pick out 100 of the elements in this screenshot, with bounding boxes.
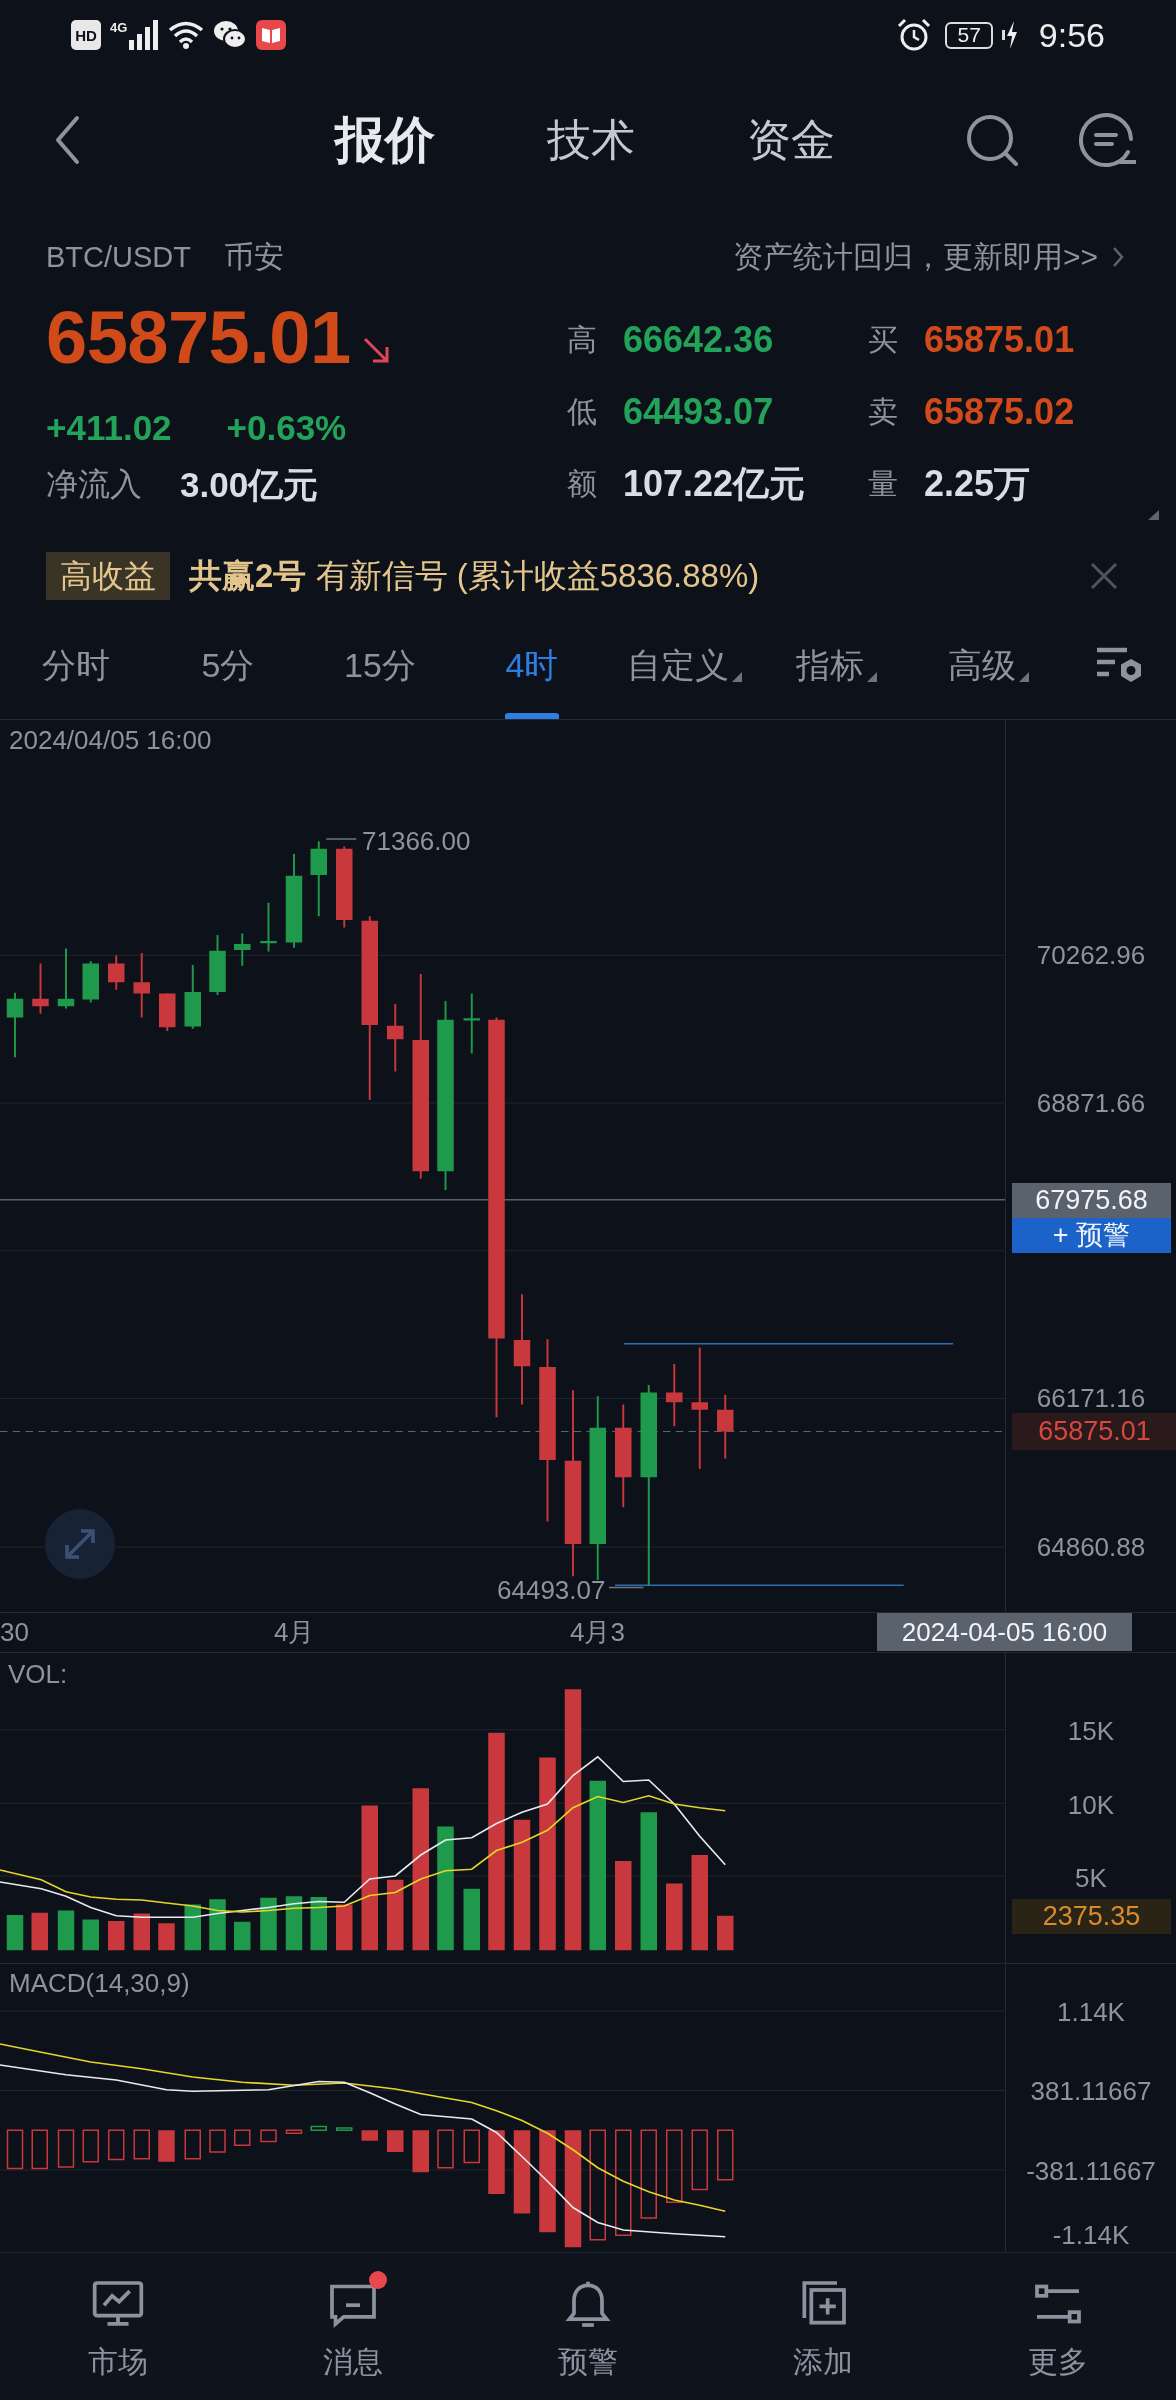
chart-timestamp: 2024/04/05 16:00 bbox=[9, 725, 212, 755]
network-type: 4G bbox=[110, 20, 128, 35]
header-tab[interactable]: 技术 bbox=[547, 110, 635, 170]
macd-bar bbox=[31, 2129, 48, 2170]
axis-label: 70262.96 bbox=[1035, 940, 1147, 970]
last-price-tag: 65875.01 bbox=[1012, 1413, 1176, 1450]
candle bbox=[666, 1363, 683, 1428]
candle bbox=[717, 1393, 734, 1460]
stat-label: 买 bbox=[868, 321, 899, 358]
trading-pair: BTC/USDT bbox=[46, 240, 191, 274]
macd-bar bbox=[310, 2125, 327, 2131]
volume-bar bbox=[82, 1919, 99, 1951]
stat-label: 低 bbox=[567, 393, 598, 430]
header-tab[interactable]: 资金 bbox=[747, 110, 835, 170]
period-tab[interactable]: 指标 bbox=[760, 612, 912, 719]
macd-bar bbox=[234, 2129, 251, 2146]
last-price: 65875.01 bbox=[46, 294, 351, 380]
volume-bar bbox=[260, 1897, 277, 1951]
price-change: +411.02 bbox=[46, 408, 172, 448]
candle bbox=[32, 962, 49, 1015]
volume-bar bbox=[158, 1923, 175, 1951]
candle bbox=[234, 932, 251, 967]
period-tab[interactable]: 自定义 bbox=[608, 612, 760, 719]
volume-bar bbox=[310, 1897, 327, 1951]
signal-icon bbox=[128, 20, 160, 50]
chat-bubbles-icon bbox=[213, 20, 248, 50]
axis-label: 30 bbox=[0, 1617, 29, 1647]
macd-bar bbox=[361, 2130, 378, 2141]
axis-label: 4月 bbox=[274, 1617, 315, 1647]
back-button[interactable] bbox=[54, 115, 80, 165]
axis-label: 64860.88 bbox=[1035, 1532, 1147, 1562]
volume-bar bbox=[666, 1883, 683, 1951]
axis-label: -381.11667 bbox=[1025, 2156, 1157, 2186]
book-app-icon bbox=[256, 20, 287, 50]
nav-item[interactable]: 消息 bbox=[235, 2253, 471, 2400]
add-alert-button[interactable]: + 预警 bbox=[1012, 1218, 1171, 1253]
candle bbox=[209, 934, 226, 996]
macd-bar bbox=[717, 2129, 734, 2181]
volume-bar bbox=[133, 1913, 150, 1951]
close-button[interactable] bbox=[1089, 561, 1119, 591]
period-tab[interactable]: 5分 bbox=[152, 612, 304, 719]
macd-bar bbox=[184, 2129, 201, 2160]
candle bbox=[184, 964, 201, 1030]
nav-item[interactable]: 更多 bbox=[940, 2253, 1176, 2400]
stat-value: 107.22亿元 bbox=[623, 461, 806, 506]
period-tab[interactable]: 高级 bbox=[912, 612, 1064, 719]
candle bbox=[260, 901, 277, 953]
stat-label: 高 bbox=[567, 321, 598, 358]
period-tab[interactable]: 15分 bbox=[304, 612, 456, 719]
promo-link[interactable]: 资产统计回归，更新即用>> bbox=[732, 236, 1098, 278]
axis-label: 1.14K bbox=[1056, 1997, 1126, 2027]
stat-value: 65875.01 bbox=[924, 319, 1075, 361]
period-tab[interactable]: 分时 bbox=[0, 612, 152, 719]
candle bbox=[57, 947, 75, 1010]
clock-time: 9:56 bbox=[1038, 15, 1105, 55]
candle bbox=[6, 991, 24, 1059]
axis-label: 66171.16 bbox=[1035, 1383, 1147, 1413]
axis-label: 381.11667 bbox=[1029, 2076, 1153, 2106]
volume-bar bbox=[108, 1921, 125, 1951]
list-circle-icon bbox=[1078, 111, 1136, 169]
close-icon bbox=[1089, 561, 1119, 591]
stat-value: 65875.02 bbox=[924, 391, 1075, 433]
axis-label: 10K bbox=[1066, 1790, 1116, 1820]
leader-line bbox=[608, 1586, 645, 1589]
axis-label: 15K bbox=[1066, 1716, 1116, 1746]
signal-message[interactable]: 共赢2号 有新信号 (累计收益5836.88%) bbox=[189, 553, 760, 599]
net-inflow-label: 净流入 bbox=[46, 465, 142, 504]
stat-value: 66642.36 bbox=[623, 319, 774, 361]
macd-bar bbox=[57, 2129, 75, 2168]
nav-item[interactable]: 预警 bbox=[470, 2253, 706, 2400]
indicator-title: VOL: bbox=[8, 1659, 68, 1689]
macd-bar bbox=[285, 2129, 303, 2134]
candle bbox=[133, 952, 150, 1019]
nav-item[interactable]: 添加 bbox=[705, 2253, 941, 2400]
macd-bar bbox=[412, 2130, 429, 2173]
volume-bar bbox=[336, 1904, 353, 1951]
promo-tag: 高收益 bbox=[46, 552, 170, 600]
volume-bar bbox=[234, 1921, 251, 1951]
charging-bolt-icon bbox=[1001, 20, 1018, 50]
axis-label: 4月3 bbox=[570, 1617, 625, 1647]
macd-bar bbox=[260, 2129, 277, 2143]
volume-bar bbox=[31, 1912, 48, 1951]
volume-bar bbox=[285, 1896, 303, 1951]
axis-label: -1.14K bbox=[1051, 2220, 1131, 2250]
crosshair-time: 2024-04-05 16:00 bbox=[877, 1613, 1132, 1651]
net-inflow-value: 3.00亿元 bbox=[180, 463, 319, 506]
volume-bar bbox=[57, 1910, 75, 1951]
macd-bar bbox=[6, 2129, 24, 2170]
stat-value: 2.25万 bbox=[924, 461, 1031, 506]
back-chevron-icon bbox=[54, 115, 80, 165]
menu-button[interactable] bbox=[1078, 111, 1136, 169]
macd-bar bbox=[133, 2129, 150, 2160]
search-icon bbox=[965, 113, 1019, 167]
hd-badge: HD bbox=[71, 20, 101, 50]
header-tab[interactable]: 报价 bbox=[335, 106, 435, 174]
macd-bar bbox=[437, 2129, 454, 2169]
low-price-label: 64493.07 bbox=[497, 1575, 606, 1605]
period-tab[interactable]: 4时 bbox=[456, 612, 608, 719]
search-button[interactable] bbox=[965, 113, 1019, 167]
nav-item[interactable]: 市场 bbox=[0, 2253, 236, 2400]
